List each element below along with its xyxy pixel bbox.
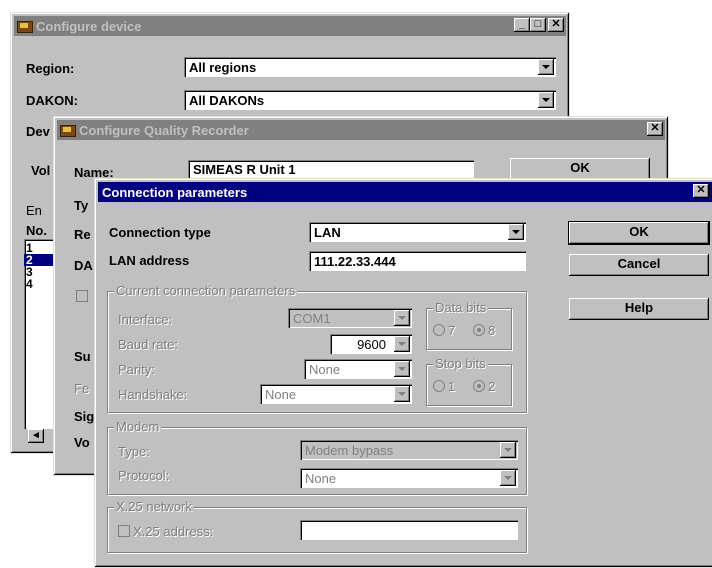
modem-type-label: Type: xyxy=(118,444,150,459)
modem-group: Modem Type: Modem bypass Protocol: None xyxy=(107,419,527,495)
stop-bits-option-1[interactable]: 1 xyxy=(433,379,455,394)
window-title: Configure Quality Recorder xyxy=(79,122,249,138)
record-label: Re xyxy=(74,227,91,242)
connection-type-label: Connection type xyxy=(109,225,211,240)
dakon-value: All DAKONs xyxy=(189,93,265,108)
maximize-button[interactable]: □ xyxy=(530,18,546,32)
device-label: Dev xyxy=(26,124,50,139)
x25-address-field[interactable] xyxy=(300,520,518,540)
interface-label: Interface: xyxy=(118,312,173,327)
region-label: Region: xyxy=(26,61,75,76)
ok-button[interactable]: OK xyxy=(510,158,650,180)
region-dropdown[interactable]: All regions xyxy=(184,57,556,77)
dakon-label: DA xyxy=(74,258,93,273)
interface-value: COM1 xyxy=(293,311,331,326)
lan-address-field[interactable]: 111.22.33.444 xyxy=(309,251,526,271)
name-field[interactable]: SIMEAS R Unit 1 xyxy=(188,160,474,178)
connection-type-dropdown[interactable]: LAN xyxy=(309,222,526,242)
x25-group: X.25 network X.25 address: xyxy=(107,499,527,553)
cancel-button[interactable]: Cancel xyxy=(569,254,709,276)
data-bits-group: Data bits 7 8 xyxy=(426,300,512,350)
lan-address-value: 111.22.33.444 xyxy=(314,254,396,269)
region-value: All regions xyxy=(189,60,257,75)
device-list[interactable]: 1 2 3 4 xyxy=(24,239,54,429)
x25-address-checkbox[interactable]: X.25 address: xyxy=(118,524,213,539)
ok-label: OK xyxy=(629,224,649,239)
radio-selected-icon xyxy=(473,380,485,392)
ok-button[interactable]: OK xyxy=(568,221,710,245)
modem-type-value: Modem bypass xyxy=(305,443,394,458)
connection-type-value: LAN xyxy=(314,225,341,240)
ok-label: OK xyxy=(570,160,590,175)
current-connection-group: Current connection parameters Interface:… xyxy=(107,283,527,413)
signal-label: Sig xyxy=(74,409,95,424)
entries-group-label: En xyxy=(26,203,42,218)
dakon-label: DAKON: xyxy=(26,93,78,108)
radio-icon xyxy=(433,324,445,336)
chevron-down-icon[interactable] xyxy=(394,361,410,377)
protocol-dropdown[interactable]: None xyxy=(300,468,518,488)
chevron-down-icon[interactable] xyxy=(394,386,410,402)
fe-label: Fe xyxy=(74,381,90,396)
group-title: Current connection parameters xyxy=(114,283,298,298)
dakon-dropdown[interactable]: All DAKONs xyxy=(184,90,556,110)
group-title: X.25 network xyxy=(114,499,194,514)
radio-icon xyxy=(433,380,445,392)
help-label: Help xyxy=(624,300,654,315)
connection-parameters-titlebar[interactable]: Connection parameters ✕ xyxy=(98,182,712,202)
stop-bits-group: Stop bits 1 2 xyxy=(426,356,512,406)
close-button[interactable]: ✕ xyxy=(693,184,709,198)
volume-label: Vol xyxy=(31,163,51,178)
window-title: Connection parameters xyxy=(102,184,248,200)
data-bits-option-7[interactable]: 7 xyxy=(433,323,455,338)
radio-selected-icon xyxy=(473,324,485,336)
data-bits-option-8[interactable]: 8 xyxy=(473,323,495,338)
close-button[interactable]: ✕ xyxy=(548,18,564,32)
checkbox[interactable] xyxy=(76,290,88,302)
app-icon xyxy=(16,19,33,33)
quality-recorder-titlebar[interactable]: Configure Quality Recorder ✕ xyxy=(57,120,665,140)
handshake-label: Handshake: xyxy=(118,387,188,402)
lan-address-label: LAN address xyxy=(109,253,190,268)
modem-type-dropdown[interactable]: Modem bypass xyxy=(300,440,518,460)
list-item[interactable]: 4 xyxy=(24,278,54,290)
baud-rate-value: 9600 xyxy=(357,337,386,352)
handshake-value: None xyxy=(265,387,297,402)
connection-parameters-window: Connection parameters ✕ Connection type … xyxy=(94,178,712,568)
chevron-down-icon[interactable] xyxy=(500,442,516,458)
baud-rate-dropdown[interactable]: 9600 xyxy=(330,334,412,354)
scroll-left-button[interactable]: ◂ xyxy=(28,429,44,443)
chevron-down-icon[interactable] xyxy=(508,224,524,240)
parity-dropdown[interactable]: None xyxy=(304,359,412,379)
close-button[interactable]: ✕ xyxy=(647,122,663,136)
window-title: Configure device xyxy=(36,18,142,34)
list-header: No. xyxy=(26,223,47,238)
chevron-down-icon[interactable] xyxy=(538,59,554,75)
stop-bits-option-2[interactable]: 2 xyxy=(473,379,495,394)
handshake-dropdown[interactable]: None xyxy=(260,384,412,404)
interface-dropdown[interactable]: COM1 xyxy=(288,308,412,328)
parity-label: Parity: xyxy=(118,362,155,377)
chevron-down-icon[interactable] xyxy=(394,310,410,326)
data-bits-title: Data bits xyxy=(433,300,489,315)
help-button[interactable]: Help xyxy=(569,298,709,320)
parity-value: None xyxy=(309,362,341,377)
protocol-value: None xyxy=(305,471,337,486)
cancel-label: Cancel xyxy=(617,256,661,271)
chevron-down-icon[interactable] xyxy=(394,336,410,352)
app-icon xyxy=(59,123,76,137)
chevron-down-icon[interactable] xyxy=(538,92,554,108)
stop-bits-title: Stop bits xyxy=(433,356,488,371)
baud-rate-label: Baud rate: xyxy=(118,337,178,352)
protocol-label: Protocol: xyxy=(118,468,170,483)
name-value: SIMEAS R Unit 1 xyxy=(193,162,296,177)
type-label: Ty xyxy=(74,198,89,213)
chevron-down-icon[interactable] xyxy=(500,470,516,486)
checkbox-icon xyxy=(118,525,130,537)
configure-device-titlebar[interactable]: Configure device _ □ ✕ xyxy=(14,16,566,36)
group-title: Modem xyxy=(114,419,162,434)
minimize-button[interactable]: _ xyxy=(514,18,530,32)
voltage-label: Vo xyxy=(74,435,90,450)
subject-label: Su xyxy=(74,349,91,364)
